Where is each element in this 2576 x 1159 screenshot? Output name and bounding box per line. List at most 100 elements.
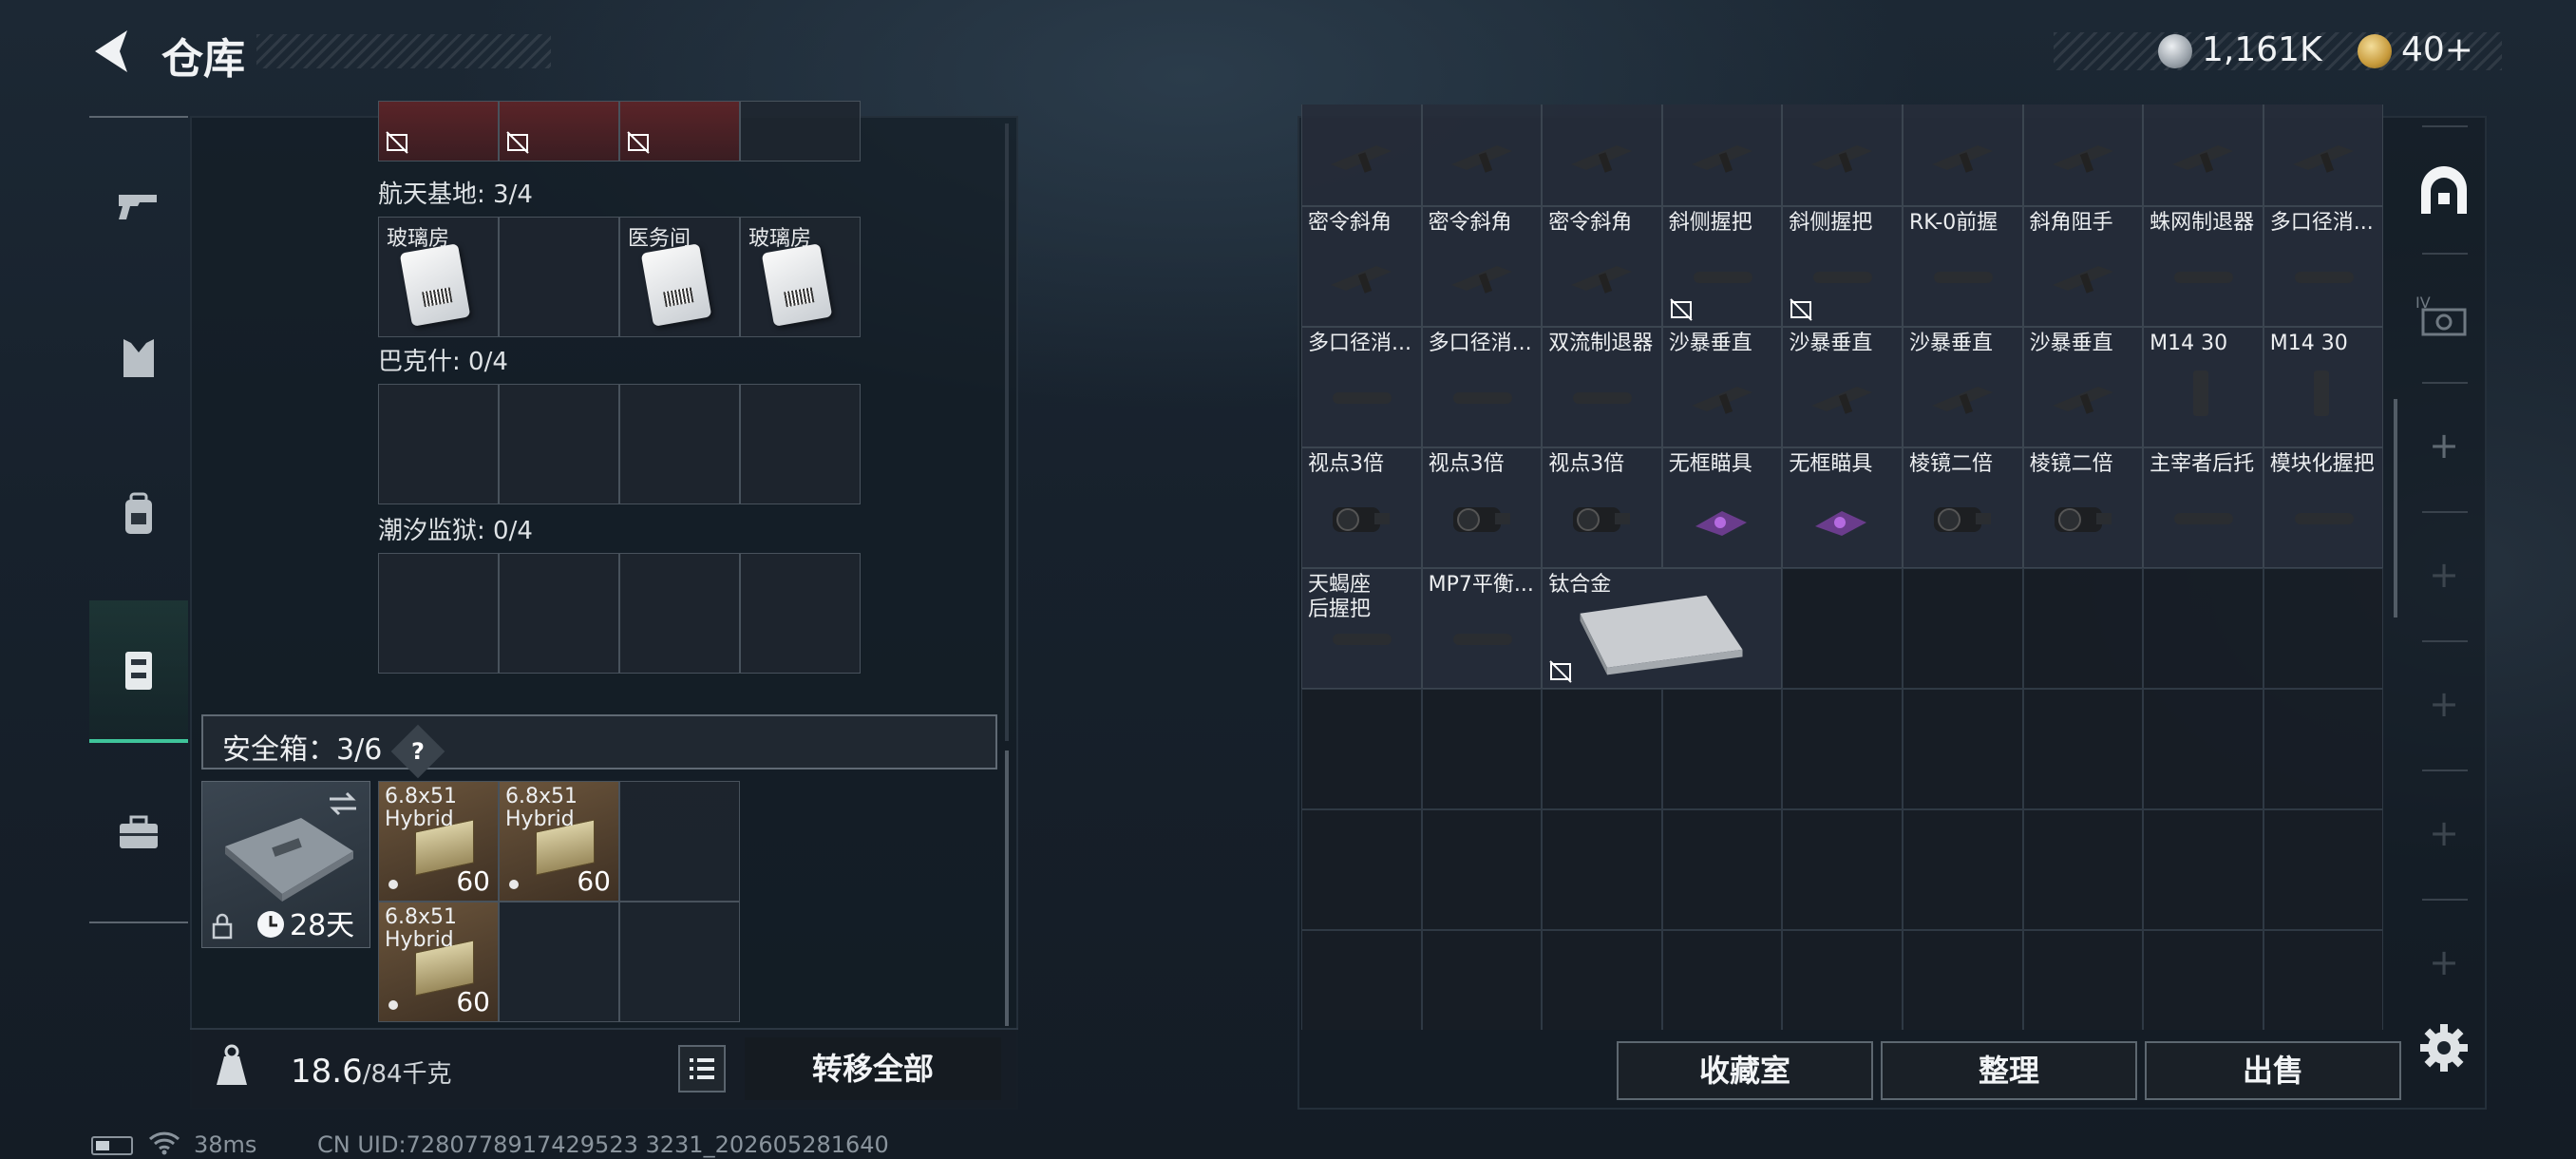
warehouse-item[interactable]: 密令斜角 xyxy=(2143,104,2263,206)
empty-slot[interactable] xyxy=(2143,689,2263,809)
empty-slot[interactable] xyxy=(2022,809,2144,930)
empty-slot[interactable] xyxy=(2143,568,2263,689)
locked-tab[interactable]: + xyxy=(2413,931,2475,994)
warehouse-item[interactable]: 天蝎座 后握把 xyxy=(1301,568,1422,689)
warehouse-item[interactable]: 共振二代... xyxy=(1782,104,1903,206)
empty-cell[interactable] xyxy=(740,553,861,674)
safe-box-item[interactable]: 28天 xyxy=(201,781,370,948)
empty-cell[interactable] xyxy=(499,217,619,337)
warehouse-item[interactable]: 多口径消... xyxy=(1301,327,1422,447)
warehouse-item[interactable]: 视点3倍 xyxy=(1301,447,1422,568)
warehouse-scrollbar[interactable] xyxy=(2394,399,2397,618)
settings-gear-icon[interactable] xyxy=(2418,1022,2470,1074)
help-button[interactable]: ? xyxy=(390,724,445,778)
nav-container[interactable] xyxy=(89,600,188,743)
ammo-item[interactable]: 6.8x51 Hybrid 60 xyxy=(378,902,499,1022)
collection-room-button[interactable]: 收藏室 xyxy=(1617,1041,1873,1100)
warehouse-item[interactable]: 斜侧握把 xyxy=(1661,206,1783,327)
nav-backpack[interactable] xyxy=(89,444,188,586)
empty-slot[interactable] xyxy=(1421,930,1543,1030)
empty-cell[interactable] xyxy=(619,781,740,902)
empty-cell[interactable] xyxy=(619,902,740,1022)
empty-slot[interactable] xyxy=(1782,689,1903,809)
warehouse-item[interactable]: 蛛网制退器 xyxy=(2143,206,2263,327)
grid-cell[interactable] xyxy=(619,101,740,162)
empty-cell[interactable] xyxy=(499,902,619,1022)
empty-slot[interactable] xyxy=(1421,809,1543,930)
nav-tools[interactable] xyxy=(89,762,188,904)
warehouse-item[interactable]: 模块化握把 xyxy=(2263,447,2384,568)
locked-tab[interactable]: + xyxy=(2413,802,2475,864)
empty-slot[interactable] xyxy=(1661,930,1783,1030)
warehouse-item[interactable]: 沙暴垂直 xyxy=(2022,327,2144,447)
warehouse-item[interactable]: M14 30 xyxy=(2143,327,2263,447)
locked-tab[interactable]: + xyxy=(2413,543,2475,606)
empty-slot[interactable] xyxy=(1301,689,1422,809)
warehouse-item[interactable]: FLQ-2 xyxy=(1661,104,1783,206)
nav-armor[interactable] xyxy=(89,287,188,429)
warehouse-item[interactable]: 共振二代... xyxy=(1902,104,2023,206)
empty-slot[interactable] xyxy=(1782,809,1903,930)
warehouse-item[interactable]: FLQ-2 xyxy=(1421,104,1543,206)
grid-cell[interactable] xyxy=(740,101,861,162)
warehouse-item[interactable]: M14 30 xyxy=(2263,327,2384,447)
warehouse-item[interactable]: RK-0前握 xyxy=(1902,206,2023,327)
empty-slot[interactable] xyxy=(1902,689,2023,809)
warehouse-item[interactable]: 密令斜角 xyxy=(1421,206,1543,327)
keycard-glass-room[interactable]: 玻璃房 xyxy=(378,217,499,337)
empty-slot[interactable] xyxy=(2143,930,2263,1030)
transfer-all-button[interactable]: 转移全部 xyxy=(745,1037,1001,1100)
empty-slot[interactable] xyxy=(2263,568,2384,689)
empty-slot[interactable] xyxy=(2022,689,2144,809)
swap-icon[interactable] xyxy=(326,789,360,818)
empty-cell[interactable] xyxy=(499,384,619,504)
empty-slot[interactable] xyxy=(2143,809,2263,930)
warehouse-item[interactable]: 密令斜角 xyxy=(2263,104,2384,206)
empty-slot[interactable] xyxy=(1542,809,1662,930)
warehouse-item[interactable]: 沙暴垂直 xyxy=(1661,327,1783,447)
ammo-item[interactable]: 6.8x51 Hybrid 60 xyxy=(378,781,499,902)
empty-slot[interactable] xyxy=(1301,930,1422,1030)
grid-cell[interactable] xyxy=(499,101,619,162)
warehouse-item[interactable]: 共振二代 xyxy=(2022,104,2144,206)
empty-slot[interactable] xyxy=(1301,809,1422,930)
warehouse-item[interactable]: 棱镜二倍 xyxy=(2022,447,2144,568)
warehouse-item[interactable]: 斜侧握把 xyxy=(1782,206,1903,327)
add-warehouse-tab[interactable]: + xyxy=(2413,414,2475,477)
empty-slot[interactable] xyxy=(1782,568,1903,689)
warehouse-item[interactable]: 无框瞄具 xyxy=(1782,447,1903,568)
list-view-button[interactable] xyxy=(678,1045,726,1092)
warehouse-item[interactable]: 密令斜角 xyxy=(1301,206,1422,327)
warehouse-item[interactable]: 棱镜二倍 xyxy=(1902,447,2023,568)
tab-warehouse-iv[interactable]: IV xyxy=(2413,285,2475,348)
gold-currency-value[interactable]: 40+ xyxy=(2401,30,2473,69)
empty-cell[interactable] xyxy=(378,384,499,504)
empty-slot[interactable] xyxy=(1902,930,2023,1030)
warehouse-item[interactable]: 多口径消... xyxy=(1421,327,1543,447)
empty-slot[interactable] xyxy=(1902,809,2023,930)
warehouse-item[interactable]: 双流制退器 xyxy=(1542,327,1662,447)
empty-slot[interactable] xyxy=(2022,930,2144,1030)
empty-slot[interactable] xyxy=(2022,568,2144,689)
warehouse-item[interactable]: 钛合金 xyxy=(1542,568,1783,689)
locked-tab[interactable]: + xyxy=(2413,673,2475,735)
empty-cell[interactable] xyxy=(378,553,499,674)
empty-slot[interactable] xyxy=(2263,809,2384,930)
empty-slot[interactable] xyxy=(2263,689,2384,809)
keycard-medical-room[interactable]: 医务间 xyxy=(619,217,740,337)
empty-cell[interactable] xyxy=(619,553,740,674)
organize-button[interactable]: 整理 xyxy=(1881,1041,2137,1100)
left-scrollbar[interactable] xyxy=(1005,750,1009,1026)
empty-slot[interactable] xyxy=(1782,930,1903,1030)
warehouse-item[interactable]: FLQ-2 xyxy=(1542,104,1662,206)
empty-slot[interactable] xyxy=(1421,689,1543,809)
warehouse-item[interactable]: 视点3倍 xyxy=(1421,447,1543,568)
empty-slot[interactable] xyxy=(1661,689,1783,809)
warehouse-item[interactable]: 斜角阻手 xyxy=(2022,206,2144,327)
empty-slot[interactable] xyxy=(1661,809,1783,930)
empty-cell[interactable] xyxy=(740,384,861,504)
warehouse-item[interactable]: 密令斜角 xyxy=(1542,206,1662,327)
empty-slot[interactable] xyxy=(1542,930,1662,1030)
back-arrow-icon[interactable] xyxy=(85,25,135,78)
empty-cell[interactable] xyxy=(619,384,740,504)
